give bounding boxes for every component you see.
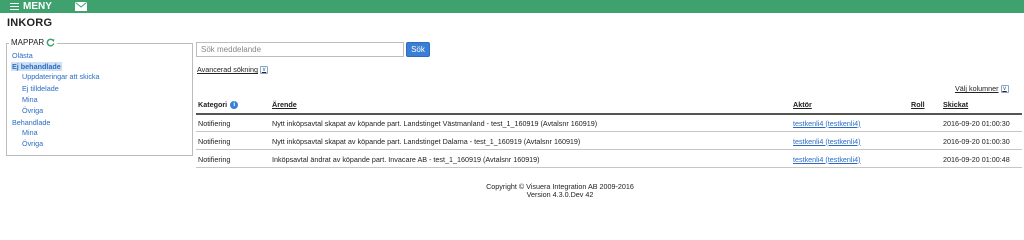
folder-updates-to-send[interactable]: Uppdateringar att skicka <box>22 72 100 81</box>
folder-handled-mine[interactable]: Mina <box>22 128 38 137</box>
row-subject: Inköpsavtal ändrat av köpande part. Inva… <box>272 154 540 164</box>
header-category-label: Kategori <box>198 100 228 109</box>
header-sent-label: Skickat <box>943 100 969 109</box>
folder-unhandled-other[interactable]: Övriga <box>22 106 43 115</box>
advanced-search-label: Avancerad sökning <box>197 65 259 74</box>
row-category: Notifiering <box>198 118 231 128</box>
menu-button[interactable]: MENY <box>10 0 52 13</box>
advanced-search-link[interactable]: Avancerad sökning ∨ <box>197 65 269 74</box>
top-bar: MENY <box>0 0 1024 13</box>
choose-columns-link[interactable]: Välj kolumner ∨ <box>955 84 1009 93</box>
row-sent: 2016-09-20 01:00:48 <box>943 154 1010 164</box>
page-title: INKORG <box>7 17 53 29</box>
folders-title: MAPPAR <box>9 38 58 47</box>
header-role[interactable]: Roll <box>911 96 925 113</box>
folders-title-label: MAPPAR <box>11 38 45 47</box>
folder-handled[interactable]: Behandlade <box>12 118 50 127</box>
row-actor-link[interactable]: testkenli4 (testkenli4) <box>793 133 861 149</box>
header-role-label: Roll <box>911 100 925 109</box>
header-subject-label: Ärende <box>272 100 297 109</box>
refresh-icon[interactable] <box>46 38 55 47</box>
row-sent: 2016-09-20 01:00:30 <box>943 118 1010 128</box>
table-row[interactable]: Notifiering Nytt inköpsavtal skapat av k… <box>196 115 1022 132</box>
hamburger-icon <box>10 2 19 11</box>
header-sent[interactable]: Skickat <box>943 96 968 113</box>
header-subject[interactable]: Ärende <box>272 96 297 113</box>
row-category: Notifiering <box>198 136 231 146</box>
row-actor-link[interactable]: testkenli4 (testkenli4) <box>793 115 861 131</box>
folder-unhandled[interactable]: Ej behandlade <box>11 62 62 71</box>
folder-unread[interactable]: Olästa <box>12 51 33 60</box>
search-input[interactable] <box>196 42 404 57</box>
double-chevron-down-icon: ∨ <box>1000 84 1009 93</box>
row-category: Notifiering <box>198 154 231 164</box>
row-actor-link[interactable]: testkenli4 (testkenli4) <box>793 151 861 167</box>
menu-label: MENY <box>23 1 52 12</box>
info-icon[interactable]: i <box>230 100 239 109</box>
choose-columns-label: Välj kolumner <box>955 84 999 93</box>
header-category: Kategori i <box>198 96 239 113</box>
folder-unhandled-mine[interactable]: Mina <box>22 95 38 104</box>
search-button[interactable]: Sök <box>406 42 430 57</box>
row-sent: 2016-09-20 01:00:30 <box>943 136 1010 146</box>
header-actor[interactable]: Aktör <box>793 96 812 113</box>
table-row[interactable]: Notifiering Inköpsavtal ändrat av köpand… <box>196 151 1022 168</box>
envelope-icon[interactable] <box>75 2 87 11</box>
folder-unassigned[interactable]: Ej tilldelade <box>22 84 59 93</box>
folder-handled-other[interactable]: Övriga <box>22 139 43 148</box>
header-actor-label: Aktör <box>793 100 812 109</box>
row-subject: Nytt inköpsavtal skapat av köpande part.… <box>272 118 598 128</box>
table-row[interactable]: Notifiering Nytt inköpsavtal skapat av k… <box>196 133 1022 150</box>
double-chevron-down-icon: ∨ <box>260 65 269 74</box>
table-header: Kategori i Ärende Aktör Roll Skickat <box>196 96 1022 115</box>
footer: Copyright © Visuera Integration AB 2009-… <box>480 183 640 199</box>
row-subject: Nytt inköpsavtal skapat av köpande part.… <box>272 136 581 146</box>
version-text: Version 4.3.0.Dev 42 <box>526 190 594 199</box>
